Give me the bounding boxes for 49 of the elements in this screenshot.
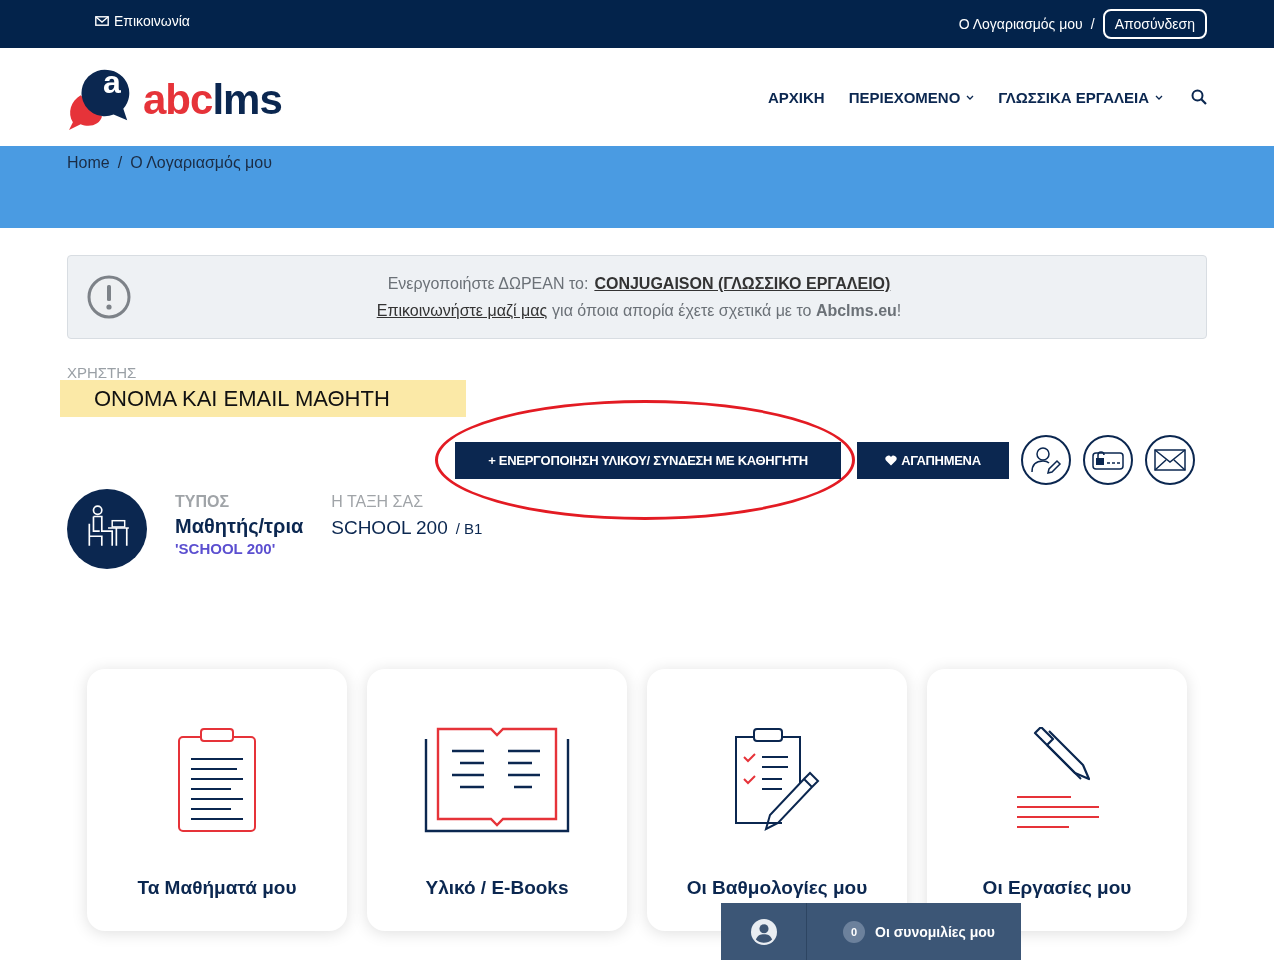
dashboard-card[interactable]: Υλικό / E-Books [367,669,627,931]
card-title: Υλικό / E-Books [425,877,569,899]
checklist-pen-icon [732,727,822,833]
class-label: Η ΤΑΞΗ ΣΑΣ [331,493,425,511]
logo-text: abclms [143,76,282,124]
alert-text: Ενεργοποιήστε ΔΩΡΕΑΝ το: [387,275,589,292]
alert-text: για όποια απορία έχετε σχετικά με το Abclms.eu! [552,302,902,319]
chevron-down-icon [966,94,975,100]
message-button[interactable] [1145,435,1195,485]
mail-icon [95,16,109,26]
tool-link[interactable]: CONJUGAISON (ΓΛΩΣΣΙΚΟ ΕΡΓΑΛΕΙΟ) [594,275,891,292]
class-name: SCHOOL 200 [331,517,448,538]
school-name: 'SCHOOL 200' [175,540,277,557]
search-icon[interactable] [1191,89,1207,105]
breadcrumb-link[interactable]: Home [67,154,110,172]
exclamation-icon [86,274,132,320]
contact-link[interactable]: Επικοινωνήστε μαζί μας [376,302,548,319]
class-level: / B1 [455,520,483,537]
separator: / [1090,16,1095,32]
type-label: ΤΥΠΟΣ [175,493,231,511]
heart-icon [885,454,898,466]
breadcrumb-link[interactable]: Ο Λογαριασμός μου [130,154,272,172]
mail-icon [1154,448,1186,472]
password-button[interactable] [1083,435,1133,485]
chat-count-badge: 0 [843,920,865,943]
edit-profile-button[interactable] [1021,435,1071,485]
favorites-button[interactable]: ΑΓΑΠΗΜΕΝΑ [857,441,1009,479]
user-type: Μαθητής/τρια [175,515,304,538]
activate-button[interactable]: + ΕΝΕΡΓΟΠΟΙΗΣΗ ΥΛΙΚΟΥ/ ΣΥΝΔΕΣΗ ΜΕ ΚΑΘΗΓΗΤΗ [455,441,841,479]
nav-item[interactable]: ΓΛΩΣΣΙΚΑ ΕΡΓΑΛΕΙΑ [998,88,1163,106]
user-label: ΧΡΗΣΤΗΣ [67,364,138,381]
card-title: Οι Βαθμολογίες μου [686,877,868,899]
card-title: Οι Εργασίες μου [982,877,1132,899]
lock-password-icon [1092,448,1124,472]
user-avatar-icon[interactable] [750,918,777,945]
chevron-down-icon [1155,94,1163,100]
nav-item[interactable]: ΠΕΡΙΕΧΟΜΕΝΟ [848,88,975,106]
logout-button[interactable]: Αποσύνδεση [1102,9,1207,39]
open-book-icon [424,727,570,833]
dashboard-card[interactable]: Τα Μαθήματά μου [87,669,347,931]
user-edit-icon [1030,444,1062,476]
card-title: Τα Μαθήματά μου [137,877,297,899]
nav-item[interactable]: ΑΡΧΙΚΗ [767,88,825,106]
separator: / [117,154,123,172]
account-link[interactable]: Ο Λογαριασμός μου [958,16,1083,32]
contact-link[interactable]: Επικοινωνία [95,13,190,29]
clipboard-icon [177,727,257,833]
logo-letter: a [102,64,122,101]
user-name: ΟΝΟΜΑ ΚΑΙ EMAIL ΜΑΘΗΤΗ [60,380,466,417]
